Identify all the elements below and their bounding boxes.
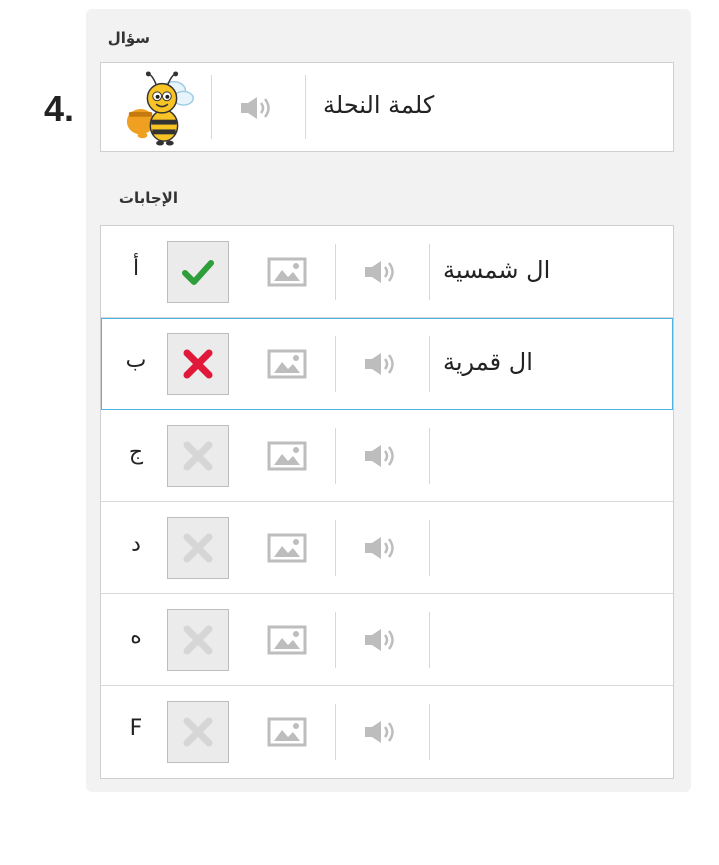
divider: [429, 520, 430, 576]
answer-row: ه: [101, 594, 673, 686]
answer-letter: ج: [128, 440, 144, 465]
speaker-icon[interactable]: [363, 627, 397, 653]
question-panel: سؤال كلمة النحلة الإجابات أ ال شمسية ب ا…: [86, 9, 691, 792]
question-box: كلمة النحلة: [100, 62, 674, 152]
answer-row: أ ال شمسية: [101, 226, 673, 318]
speaker-icon[interactable]: [363, 719, 397, 745]
image-icon[interactable]: [267, 440, 307, 472]
answer-text[interactable]: ال شمسية: [443, 256, 550, 284]
divider: [429, 704, 430, 760]
bee-image[interactable]: [123, 69, 201, 147]
divider: [429, 612, 430, 668]
divider: [335, 244, 336, 300]
divider: [305, 75, 306, 139]
image-icon[interactable]: [267, 624, 307, 656]
answer-correct-toggle[interactable]: [167, 241, 229, 303]
divider: [429, 428, 430, 484]
question-section-label: سؤال: [107, 29, 150, 47]
image-icon[interactable]: [267, 716, 307, 748]
answer-correct-toggle[interactable]: [167, 333, 229, 395]
image-icon[interactable]: [267, 348, 307, 380]
question-number: 4.: [44, 88, 75, 129]
divider: [429, 244, 430, 300]
divider: [335, 612, 336, 668]
answer-row: ج: [101, 410, 673, 502]
cross-icon: [183, 717, 213, 747]
cross-icon: [183, 625, 213, 655]
cross-icon: [183, 441, 213, 471]
answer-letter: ه: [130, 624, 142, 649]
question-text[interactable]: كلمة النحلة: [323, 91, 434, 119]
answer-letter: F: [129, 716, 143, 741]
speaker-icon[interactable]: [363, 535, 397, 561]
speaker-icon[interactable]: [363, 351, 397, 377]
divider: [211, 75, 212, 139]
divider: [335, 520, 336, 576]
answer-correct-toggle[interactable]: [167, 425, 229, 487]
speaker-icon[interactable]: [363, 443, 397, 469]
cross-icon: [183, 533, 213, 563]
answer-correct-toggle[interactable]: [167, 609, 229, 671]
divider: [429, 336, 430, 392]
answer-correct-toggle[interactable]: [167, 517, 229, 579]
answer-correct-toggle[interactable]: [167, 701, 229, 763]
speaker-icon[interactable]: [363, 259, 397, 285]
divider: [335, 336, 336, 392]
divider: [335, 428, 336, 484]
answer-row: F: [101, 686, 673, 778]
answer-letter: د: [131, 532, 141, 557]
answers-section-label: الإجابات: [118, 189, 178, 207]
cross-icon: [183, 349, 213, 379]
image-icon[interactable]: [267, 256, 307, 288]
answer-letter: أ: [132, 256, 140, 281]
answers-list: أ ال شمسية ب ال قمرية ج د ه F: [100, 225, 674, 779]
divider: [335, 704, 336, 760]
checkmark-icon: [182, 260, 214, 285]
image-icon[interactable]: [267, 532, 307, 564]
answer-row-selected[interactable]: ب ال قمرية: [101, 318, 673, 410]
answer-row: د: [101, 502, 673, 594]
speaker-icon[interactable]: [239, 95, 273, 121]
answer-letter: ب: [125, 348, 147, 373]
answer-text[interactable]: ال قمرية: [443, 348, 533, 376]
